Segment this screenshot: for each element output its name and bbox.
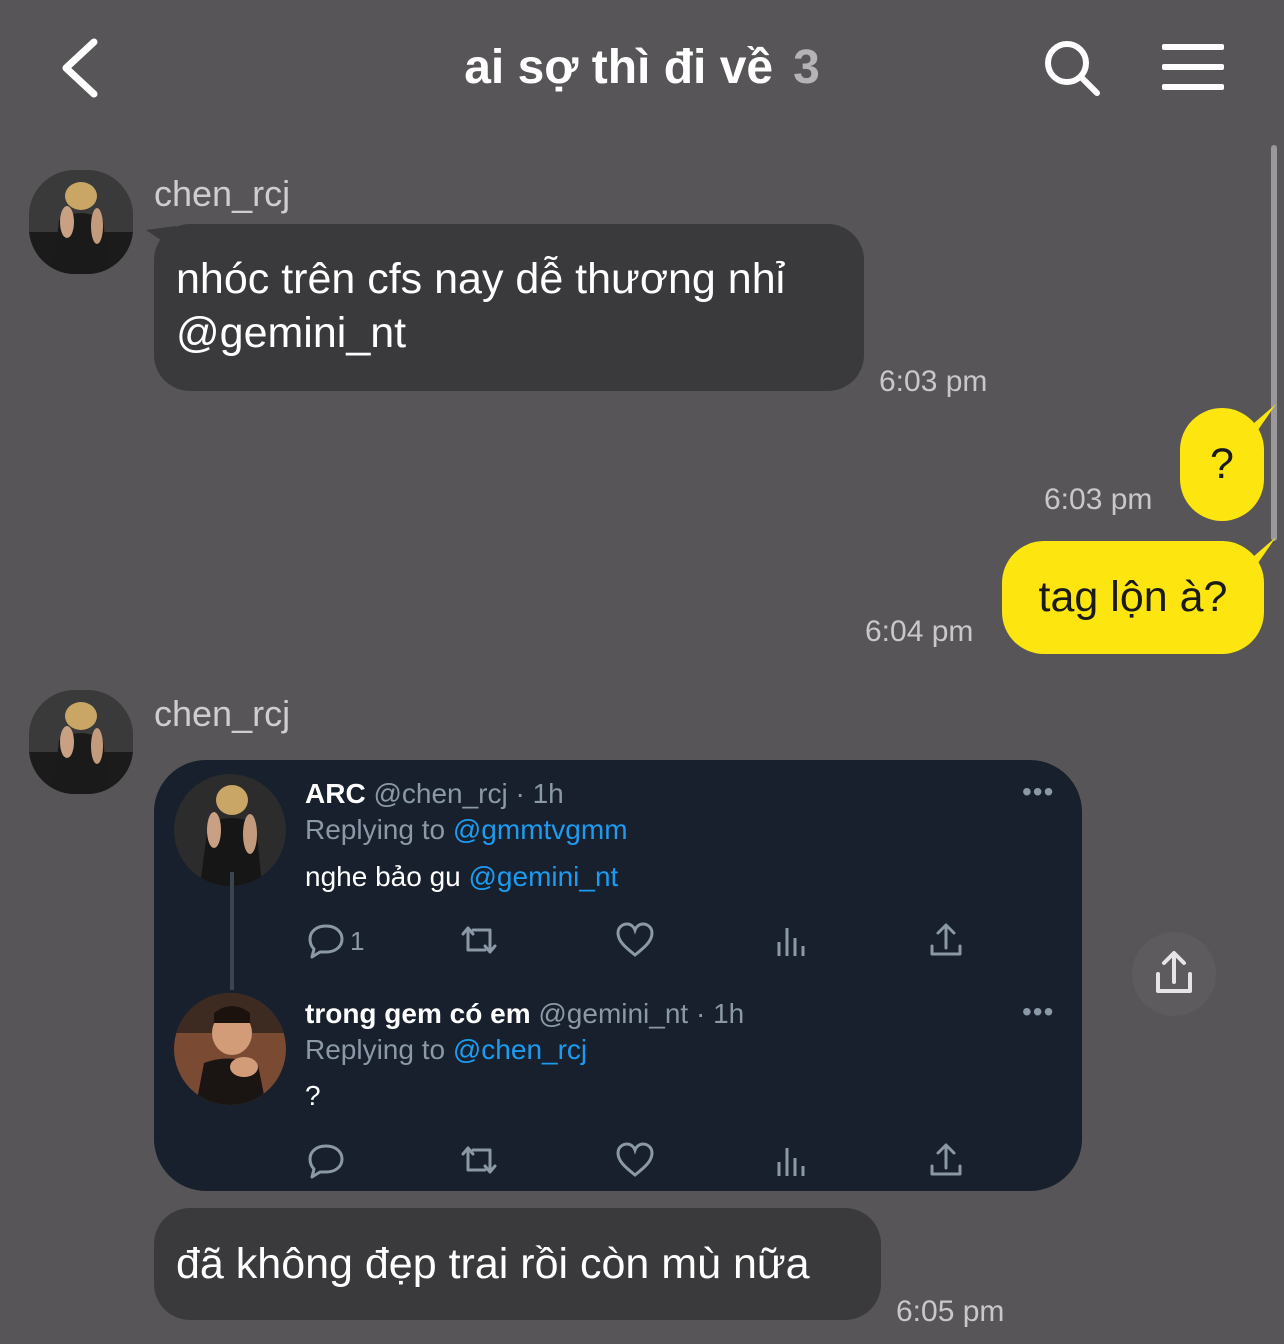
tweet-body: nghe bảo gu bbox=[305, 861, 461, 892]
tweet-age: · 1h bbox=[696, 998, 745, 1029]
replying-handle: @gmmtvgmm bbox=[452, 814, 628, 845]
tweet-body: ? bbox=[305, 1080, 321, 1111]
message-time: 6:03 pm bbox=[1044, 483, 1153, 516]
tweet-author-name: ARC bbox=[305, 778, 366, 809]
message-time: 6:03 pm bbox=[879, 365, 988, 398]
message-text-line: @gemini_nt bbox=[176, 309, 407, 357]
tweet-author-name: trong gem có em bbox=[305, 998, 531, 1029]
message-time: 6:05 pm bbox=[896, 1295, 1005, 1328]
search-icon[interactable] bbox=[1042, 38, 1102, 98]
heart-icon bbox=[616, 922, 654, 957]
chat-title-text: ai sợ thì đi về bbox=[464, 41, 774, 94]
tweet-handle: @gemini_nt bbox=[538, 998, 689, 1029]
reply-count: 1 bbox=[350, 926, 365, 956]
sender-name: chen_rcj bbox=[154, 693, 291, 734]
tweet-avatar bbox=[174, 993, 286, 1105]
message-text: đã không đẹp trai rồi còn mù nữa bbox=[176, 1240, 810, 1288]
retweet-icon bbox=[461, 926, 497, 954]
tweet-avatar bbox=[174, 774, 286, 886]
tweet-header: ARC @chen_rcj · 1h bbox=[305, 776, 564, 812]
replying-label: Replying to bbox=[305, 814, 446, 845]
tweet-replying: Replying to @chen_rcj bbox=[305, 1032, 587, 1068]
retweet-icon bbox=[461, 1146, 497, 1174]
message-time: 6:04 pm bbox=[865, 615, 974, 648]
upload-icon bbox=[930, 1143, 962, 1176]
tweet-screenshot-card[interactable]: ARC @chen_rcj · 1h ••• Replying to @gmmt… bbox=[154, 760, 1082, 1191]
sender-name: chen_rcj bbox=[154, 173, 291, 214]
upload-icon bbox=[930, 923, 962, 956]
message-text: tag lộn à? bbox=[1038, 573, 1228, 621]
more-icon: ••• bbox=[1022, 996, 1055, 1027]
scrollbar[interactable] bbox=[1271, 145, 1277, 541]
message-bubble[interactable]: đã không đẹp trai rồi còn mù nữa bbox=[154, 1208, 881, 1320]
tweet-age: · 1h bbox=[515, 778, 564, 809]
message-text-line: nhóc trên cfs nay dễ thương nhỉ bbox=[176, 255, 786, 303]
message-bubble[interactable]: nhóc trên cfs nay dễ thương nhỉ @gemini_… bbox=[154, 224, 864, 391]
analytics-icon bbox=[777, 928, 805, 956]
more-icon: ••• bbox=[1022, 776, 1055, 807]
analytics-icon bbox=[777, 1148, 805, 1176]
message-text: ? bbox=[1210, 440, 1234, 488]
bubble-tail bbox=[1246, 404, 1276, 430]
avatar[interactable] bbox=[29, 170, 133, 274]
bubble-tail bbox=[1246, 537, 1276, 563]
message-bubble-outgoing[interactable]: tag lộn à? bbox=[1002, 541, 1264, 654]
hamburger-menu-icon[interactable] bbox=[1160, 42, 1226, 92]
reply-icon bbox=[308, 1144, 344, 1179]
tweet-header: trong gem có em @gemini_nt · 1h bbox=[305, 996, 744, 1032]
replying-handle: @chen_rcj bbox=[452, 1034, 588, 1065]
tweet-replying: Replying to @gmmtvgmm bbox=[305, 812, 628, 848]
share-icon bbox=[1156, 951, 1192, 993]
reply-icon bbox=[308, 924, 344, 959]
tweet-text: nghe bảo gu @gemini_nt bbox=[305, 859, 618, 895]
replying-label: Replying to bbox=[305, 1034, 446, 1065]
tweet-mention: @gemini_nt bbox=[468, 861, 619, 892]
heart-icon bbox=[616, 1142, 654, 1177]
avatar[interactable] bbox=[29, 690, 133, 794]
avatar-photo bbox=[29, 690, 133, 794]
tweet-handle: @chen_rcj bbox=[373, 778, 508, 809]
member-count: 3 bbox=[793, 41, 820, 94]
share-button[interactable] bbox=[1132, 932, 1216, 1016]
thread-line bbox=[230, 872, 234, 990]
avatar-photo bbox=[29, 170, 133, 274]
